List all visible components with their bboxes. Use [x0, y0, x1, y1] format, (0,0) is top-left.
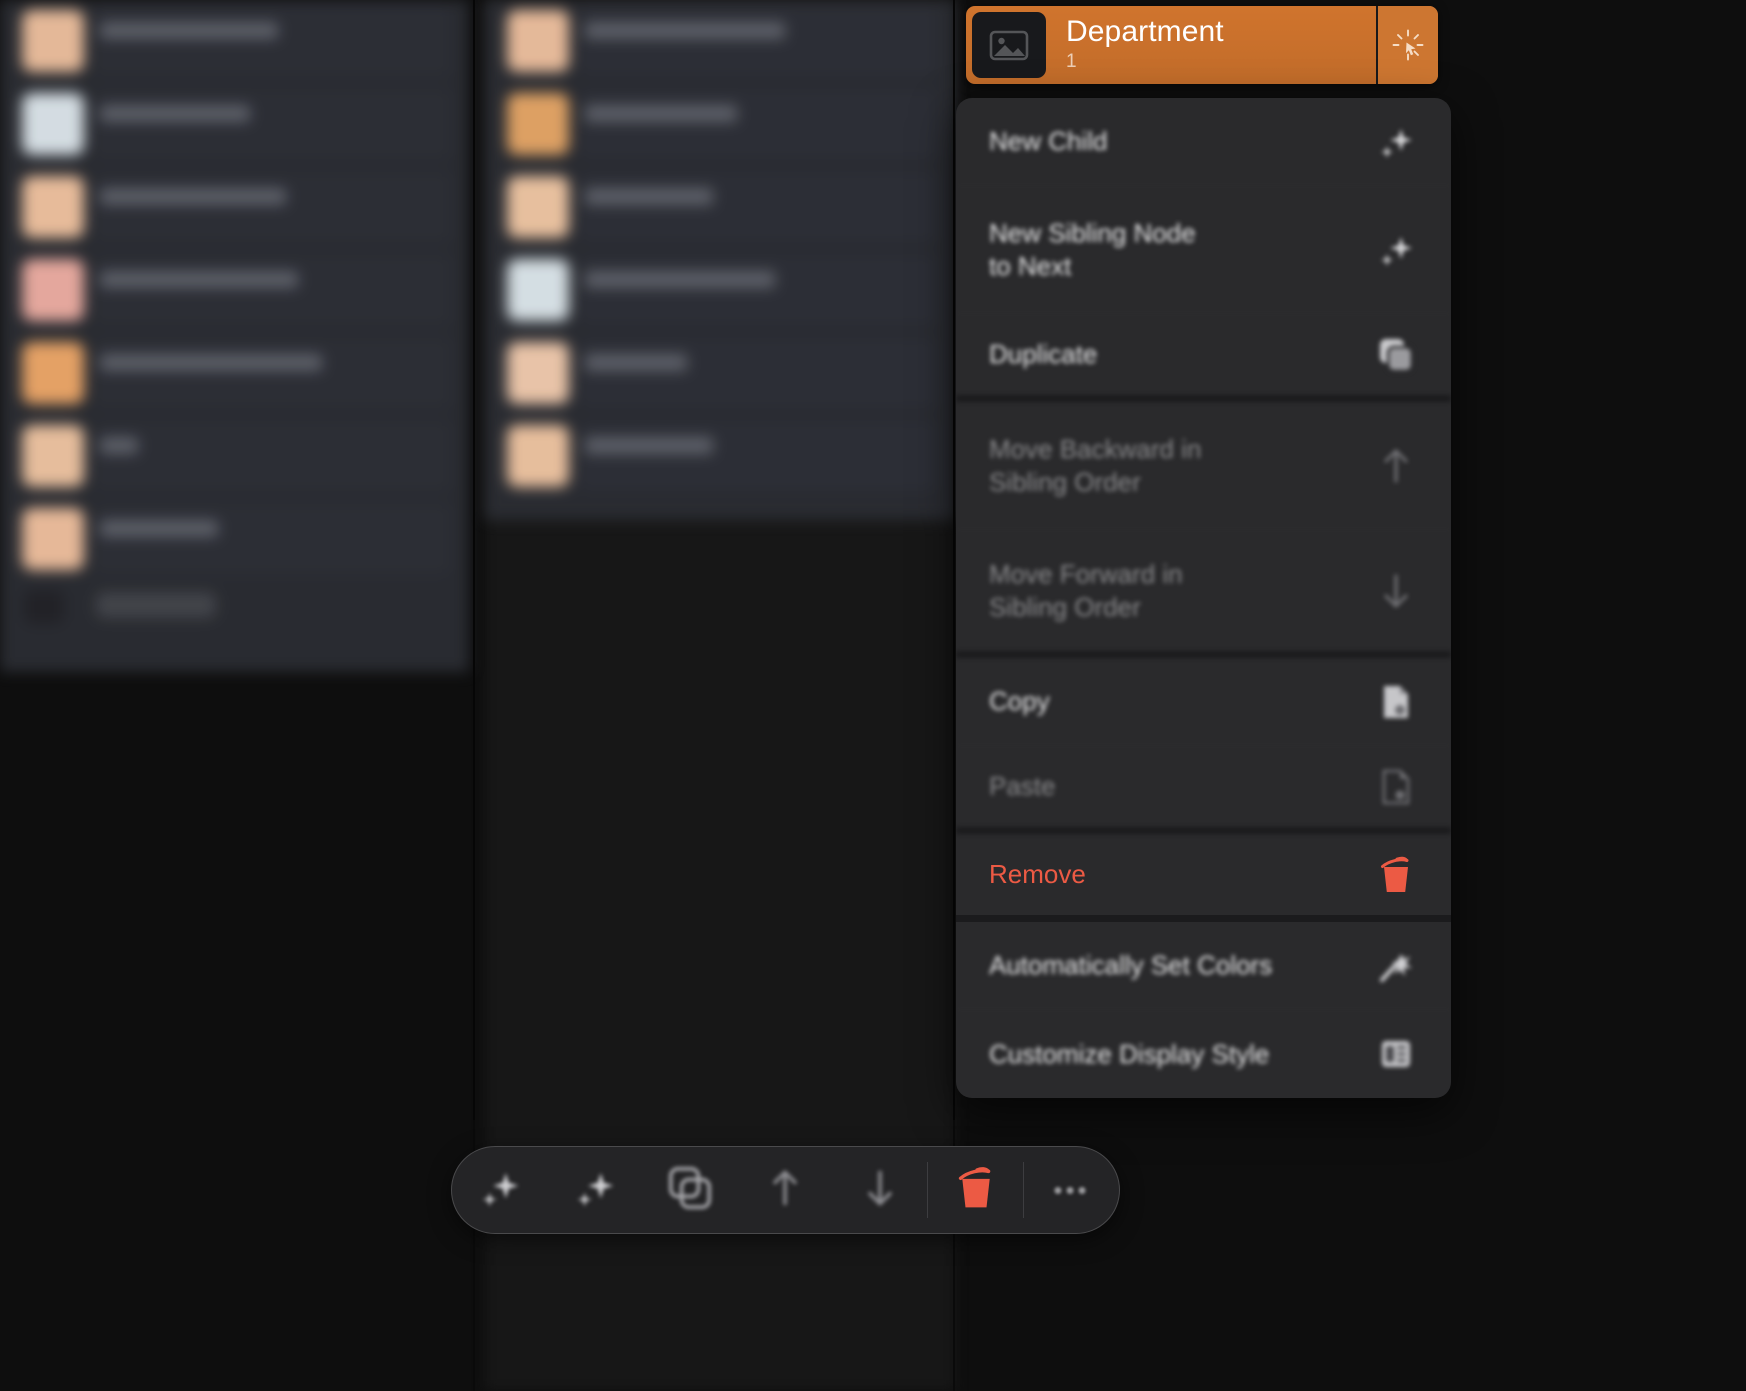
menu-item-label: Duplicate	[989, 339, 1098, 369]
menu-item-new-sibling-node[interactable]: New Sibling Node to Next	[956, 186, 1451, 314]
node-context-menu[interactable]: New Child New Sibling Node to Next Duplic…	[956, 98, 1451, 1098]
menu-item-label: Remove	[989, 859, 1086, 889]
copy-icon	[1375, 681, 1417, 723]
menu-item-paste[interactable]: Paste	[956, 746, 1451, 834]
node-thumbnail[interactable]	[972, 12, 1046, 78]
node-subtitle: 1	[1066, 51, 1077, 72]
display-style-icon	[1375, 1033, 1417, 1075]
toolbar-new-child-button[interactable]	[452, 1147, 547, 1233]
bottom-toolbar[interactable]: •••	[451, 1146, 1120, 1234]
menu-item-remove[interactable]: Remove	[956, 834, 1451, 922]
background-middle-list	[485, 0, 955, 520]
app-root: Department 1 New Child New Sibling Node …	[0, 0, 1746, 1391]
menu-item-label: Automatically Set Colors	[989, 950, 1273, 980]
sparkle-add-icon	[1375, 229, 1417, 271]
node-text-block: Department 1	[1046, 6, 1376, 84]
paste-icon	[1375, 766, 1417, 808]
menu-item-label: New Sibling Node to Next	[989, 217, 1196, 281]
arrow-up-icon	[1375, 445, 1417, 487]
selected-node-header[interactable]: Department 1	[966, 6, 1438, 84]
arrow-up-icon	[765, 1166, 805, 1215]
menu-item-automatically-set-colors[interactable]: Automatically Set Colors	[956, 922, 1451, 1010]
menu-item-label: New Child	[989, 126, 1108, 156]
menu-item-label: Move Forward in Sibling Order	[989, 558, 1183, 622]
sparkle-add-icon	[572, 1165, 618, 1216]
node-action-button[interactable]	[1376, 6, 1438, 84]
image-placeholder-icon	[989, 30, 1029, 61]
menu-item-label: Customize Display Style	[989, 1038, 1270, 1069]
tap-cursor-icon	[1392, 29, 1424, 61]
arrow-down-icon	[1375, 570, 1417, 612]
menu-item-customize-display-style[interactable]: Customize Display Style	[956, 1010, 1451, 1098]
menu-item-move-forward[interactable]: Move Forward in Sibling Order	[956, 530, 1451, 658]
sparkle-add-icon	[1375, 121, 1417, 163]
menu-item-label: Paste	[989, 771, 1056, 801]
menu-item-label: Move Backward in Sibling Order	[989, 433, 1202, 497]
trash-icon	[953, 1164, 999, 1217]
menu-item-new-child[interactable]: New Child	[956, 98, 1451, 186]
toolbar-move-up-button[interactable]	[737, 1147, 832, 1233]
toolbar-duplicate-button[interactable]	[642, 1147, 737, 1233]
background-left-list	[0, 0, 470, 672]
arrow-down-icon	[860, 1166, 900, 1215]
menu-item-label: Copy	[989, 686, 1050, 716]
trash-icon	[1375, 854, 1417, 896]
menu-item-copy[interactable]: Copy	[956, 658, 1451, 746]
sparkle-add-icon	[477, 1165, 523, 1216]
toolbar-new-sibling-button[interactable]	[547, 1147, 642, 1233]
node-title: Department	[1066, 15, 1224, 48]
toolbar-more-button[interactable]: •••	[1024, 1147, 1119, 1233]
menu-item-duplicate[interactable]: Duplicate	[956, 314, 1451, 402]
duplicate-icon	[666, 1164, 714, 1217]
menu-item-move-backward[interactable]: Move Backward in Sibling Order	[956, 402, 1451, 530]
duplicate-icon	[1375, 334, 1417, 376]
toolbar-delete-button[interactable]	[928, 1147, 1023, 1233]
magic-wand-icon	[1375, 945, 1417, 987]
ellipsis-icon: •••	[1053, 1174, 1090, 1205]
toolbar-move-down-button[interactable]	[832, 1147, 927, 1233]
